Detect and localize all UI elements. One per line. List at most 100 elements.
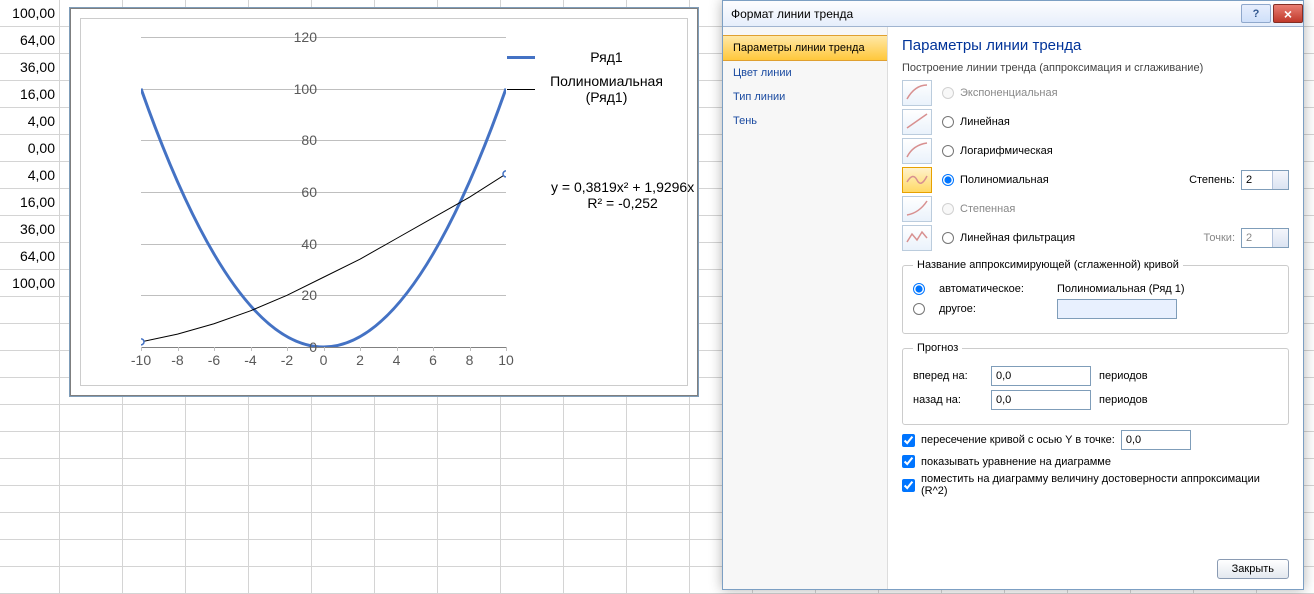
cell[interactable] (375, 513, 438, 540)
cell[interactable] (186, 540, 249, 567)
cell[interactable] (375, 432, 438, 459)
cell[interactable] (564, 432, 627, 459)
cell[interactable] (186, 405, 249, 432)
cell[interactable]: 0,00 (0, 135, 60, 162)
cell[interactable]: 36,00 (0, 216, 60, 243)
cell[interactable]: 100,00 (0, 0, 60, 27)
cell[interactable] (312, 540, 375, 567)
cell[interactable] (0, 567, 60, 594)
radio-linear[interactable] (942, 116, 954, 128)
cell[interactable] (60, 432, 123, 459)
forward-input[interactable] (991, 366, 1091, 386)
cell[interactable] (312, 432, 375, 459)
cell[interactable] (312, 459, 375, 486)
nav-item-shadow[interactable]: Тень (723, 109, 887, 133)
cell[interactable] (0, 486, 60, 513)
cell[interactable] (312, 567, 375, 594)
nav-item-line-color[interactable]: Цвет линии (723, 61, 887, 85)
cell[interactable]: 36,00 (0, 54, 60, 81)
cell[interactable] (249, 513, 312, 540)
cell[interactable] (249, 405, 312, 432)
cell[interactable]: 4,00 (0, 162, 60, 189)
cell[interactable] (564, 459, 627, 486)
cell[interactable]: 64,00 (0, 27, 60, 54)
cell[interactable] (249, 540, 312, 567)
cell[interactable] (627, 432, 690, 459)
chart-legend[interactable]: Ряд1 Полиномиальная (Ряд1) (507, 49, 672, 113)
cell[interactable] (564, 540, 627, 567)
cell[interactable] (564, 513, 627, 540)
cell[interactable] (564, 486, 627, 513)
cell[interactable] (438, 405, 501, 432)
cell[interactable] (249, 486, 312, 513)
cell[interactable] (627, 486, 690, 513)
cell[interactable] (627, 459, 690, 486)
cell[interactable] (0, 297, 60, 324)
cell[interactable] (186, 567, 249, 594)
cell[interactable] (438, 513, 501, 540)
cell[interactable] (186, 432, 249, 459)
cell[interactable] (564, 405, 627, 432)
radio-moving-average[interactable] (942, 232, 954, 244)
cell[interactable]: 4,00 (0, 108, 60, 135)
cell[interactable] (438, 486, 501, 513)
cell[interactable] (627, 567, 690, 594)
cell[interactable] (60, 405, 123, 432)
cell[interactable] (123, 567, 186, 594)
help-button[interactable]: ? (1241, 4, 1271, 23)
cell[interactable] (501, 459, 564, 486)
cell[interactable] (0, 405, 60, 432)
cell[interactable] (627, 405, 690, 432)
cell[interactable] (627, 540, 690, 567)
cell[interactable] (564, 567, 627, 594)
cell[interactable]: 16,00 (0, 189, 60, 216)
cell[interactable] (249, 432, 312, 459)
cell[interactable] (60, 513, 123, 540)
cell[interactable] (123, 432, 186, 459)
cell[interactable] (375, 486, 438, 513)
cell[interactable] (501, 567, 564, 594)
cell[interactable]: 16,00 (0, 81, 60, 108)
radio-name-other[interactable] (913, 303, 925, 315)
cell[interactable] (312, 513, 375, 540)
close-dialog-button[interactable]: Закрыть (1217, 559, 1289, 579)
dialog-titlebar[interactable]: Формат линии тренда ? × (723, 1, 1303, 27)
trendline-equation-box[interactable]: y = 0,3819x² + 1,9296x R² = -0,252 (551, 179, 694, 211)
checkbox-show-equation[interactable] (902, 455, 915, 468)
cell[interactable] (123, 405, 186, 432)
cell[interactable] (0, 324, 60, 351)
cell[interactable] (0, 459, 60, 486)
cell[interactable] (123, 459, 186, 486)
radio-name-auto[interactable] (913, 283, 925, 295)
radio-polynomial[interactable] (942, 174, 954, 186)
cell[interactable] (0, 351, 60, 378)
cell[interactable] (501, 405, 564, 432)
cell[interactable] (438, 459, 501, 486)
cell[interactable]: 100,00 (0, 270, 60, 297)
cell[interactable] (375, 459, 438, 486)
chart-object[interactable]: 120 100 80 60 40 20 0 // placeholder; fi… (70, 8, 698, 396)
checkbox-set-intercept[interactable] (902, 434, 915, 447)
nav-item-trendline-options[interactable]: Параметры линии тренда (723, 35, 887, 61)
cell[interactable] (501, 513, 564, 540)
cell[interactable] (249, 567, 312, 594)
cell[interactable] (60, 486, 123, 513)
cell[interactable] (60, 567, 123, 594)
close-button[interactable]: × (1273, 4, 1303, 23)
cell[interactable] (312, 405, 375, 432)
cell[interactable] (60, 540, 123, 567)
degree-spinner[interactable]: 2 (1241, 170, 1289, 190)
cell[interactable] (60, 459, 123, 486)
cell[interactable] (375, 540, 438, 567)
cell[interactable] (0, 378, 60, 405)
backward-input[interactable] (991, 390, 1091, 410)
cell[interactable] (0, 432, 60, 459)
name-other-input[interactable] (1057, 299, 1177, 319)
cell[interactable] (186, 459, 249, 486)
radio-logarithmic[interactable] (942, 145, 954, 157)
plot-area[interactable] (141, 37, 506, 347)
cell[interactable] (438, 567, 501, 594)
cell[interactable] (186, 513, 249, 540)
checkbox-show-r2[interactable] (902, 479, 915, 492)
intercept-input[interactable] (1121, 430, 1191, 450)
